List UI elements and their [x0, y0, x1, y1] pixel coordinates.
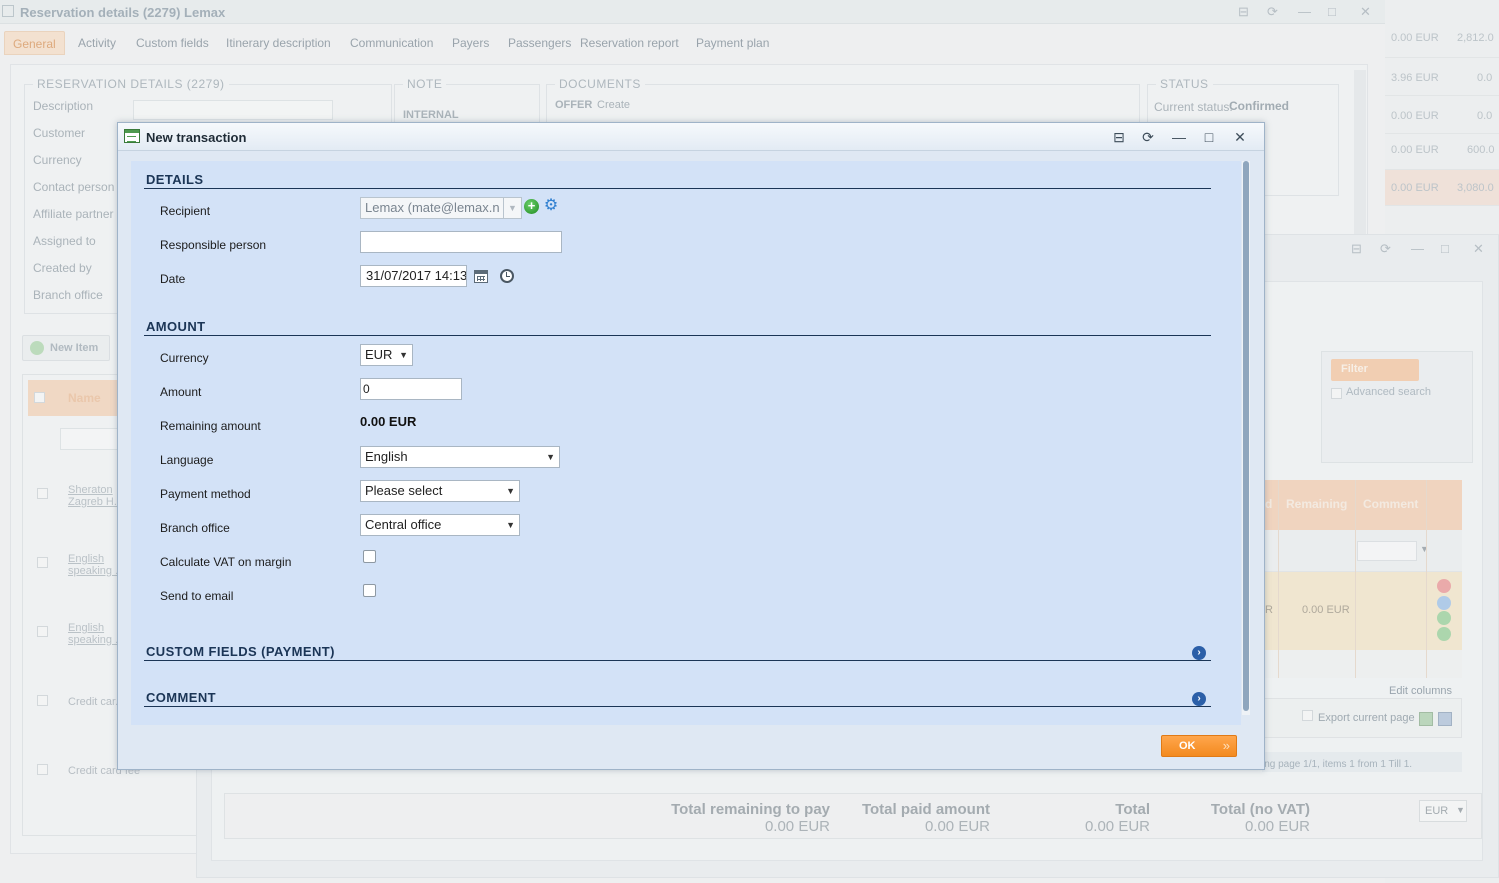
add-recipient-icon[interactable]: + [524, 199, 539, 214]
remaining-amount-label: Remaining amount [160, 419, 261, 433]
minimize-icon[interactable]: — [1170, 128, 1188, 146]
currency-select[interactable]: EUR ▼ [360, 344, 413, 366]
dialog-scrollbar-thumb[interactable] [1243, 161, 1249, 711]
recipient-combobox[interactable]: Lemax (mate@lemax.n [360, 197, 504, 219]
amount-input[interactable]: 0 [360, 378, 462, 400]
section-divider [144, 188, 1211, 189]
chevron-down-icon: ▼ [399, 350, 408, 360]
date-label: Date [160, 272, 186, 286]
recipient-label: Recipient [160, 204, 211, 218]
refresh-icon[interactable]: ⟳ [1139, 128, 1157, 146]
clock-icon[interactable] [500, 269, 514, 283]
section-divider [144, 335, 1211, 336]
responsible-person-label: Responsible person [160, 238, 267, 252]
currency-value: EUR [365, 347, 393, 362]
language-label: Language [160, 453, 214, 467]
vat-on-margin-label: Calculate VAT on margin [160, 555, 292, 569]
language-select[interactable]: English ▼ [360, 446, 560, 468]
vat-on-margin-checkbox[interactable] [363, 550, 376, 563]
branch-office-select[interactable]: Central office ▼ [360, 514, 520, 536]
branch-office-value: Central office [365, 517, 442, 532]
payment-method-select[interactable]: Please select ▼ [360, 480, 520, 502]
custom-fields-section-title[interactable]: CUSTOM FIELDS (PAYMENT) [146, 644, 335, 659]
dialog-title: New transaction [146, 130, 247, 145]
currency-label: Currency [160, 351, 209, 365]
responsible-person-input[interactable] [360, 231, 562, 253]
section-divider [144, 660, 1211, 661]
new-transaction-dialog: New transaction ⊟ ⟳ — □ ✕ DETAILS Recipi… [117, 122, 1265, 770]
chevron-down-icon[interactable]: ▼ [504, 197, 522, 219]
chevron-down-icon: ▼ [546, 452, 555, 462]
maximize-icon[interactable]: □ [1200, 128, 1218, 146]
expand-icon[interactable]: › [1192, 692, 1206, 706]
chevron-down-icon: ▼ [506, 520, 515, 530]
date-input[interactable]: 31/07/2017 14:13 [360, 265, 467, 287]
branch-office-label: Branch office [160, 521, 230, 535]
amount-section-title: AMOUNT [146, 319, 206, 334]
dialog-body: DETAILS Recipient Lemax (mate@lemax.n ▼ … [131, 161, 1241, 725]
send-to-email-checkbox[interactable] [363, 584, 376, 597]
amount-label: Amount [160, 385, 202, 399]
gear-icon[interactable]: ⚙ [543, 198, 559, 214]
payment-method-value: Please select [365, 483, 443, 498]
section-divider [144, 706, 1211, 707]
language-value: English [365, 449, 408, 464]
ok-button[interactable]: OK » [1161, 735, 1237, 757]
send-to-email-label: Send to email [160, 589, 234, 603]
remaining-amount-value: 0.00 EUR [360, 414, 417, 429]
double-chevron-right-icon: » [1222, 738, 1230, 753]
chevron-down-icon: ▼ [506, 486, 515, 496]
details-section-title: DETAILS [146, 172, 204, 187]
dialog-titlebar[interactable]: New transaction ⊟ ⟳ — □ ✕ [118, 123, 1264, 151]
calendar-icon[interactable] [474, 270, 488, 283]
transaction-form-icon [124, 129, 140, 143]
close-icon[interactable]: ✕ [1231, 128, 1249, 146]
pin-icon[interactable]: ⊟ [1110, 128, 1128, 146]
expand-icon[interactable]: › [1192, 646, 1206, 660]
comment-section-title[interactable]: COMMENT [146, 690, 216, 705]
ok-button-label: OK [1179, 740, 1196, 752]
payment-method-label: Payment method [160, 487, 251, 501]
